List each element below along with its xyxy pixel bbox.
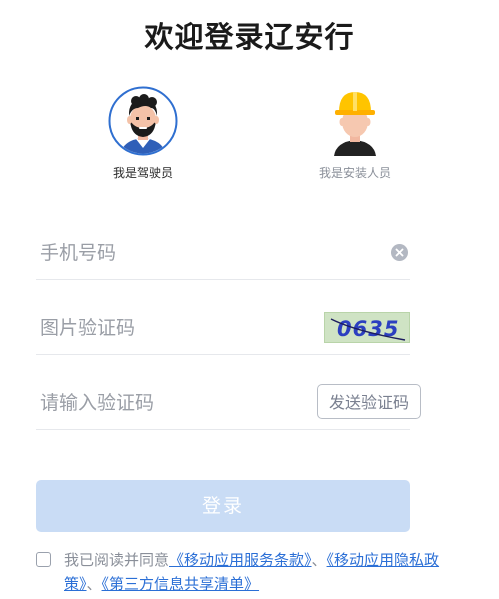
agreement-checkbox[interactable] [36, 552, 51, 567]
sms-code-field-row: 发送验证码 [36, 379, 421, 430]
driver-avatar-icon [108, 86, 178, 156]
sms-code-input[interactable] [40, 379, 300, 427]
captcha-image[interactable]: 0635 [324, 312, 410, 343]
agreement-separator: 、 [86, 575, 102, 593]
role-installer[interactable]: 我是安装人员 [295, 86, 415, 181]
agreement-separator: 、 [311, 551, 327, 569]
installer-avatar-icon [320, 86, 390, 156]
agreement-prefix: 我已阅读并同意 [64, 551, 170, 569]
captcha-input[interactable] [40, 304, 300, 352]
captcha-field-row: 0635 [36, 304, 410, 355]
role-driver[interactable]: 我是驾驶员 [83, 86, 203, 181]
agreement-text: 我已阅读并同意《移动应用服务条款》、《移动应用隐私政策》、《第三方信息共享清单》 [64, 548, 466, 596]
phone-field-row [36, 229, 410, 280]
clear-icon[interactable] [391, 244, 408, 261]
page-title: 欢迎登录辽安行 [144, 20, 355, 54]
phone-input[interactable] [40, 229, 300, 277]
role-driver-label: 我是驾驶员 [112, 166, 173, 180]
login-button[interactable]: 登录 [36, 480, 410, 532]
terms-link[interactable]: 《移动应用服务条款》 [169, 551, 312, 569]
send-code-button[interactable]: 发送验证码 [317, 384, 421, 419]
third-party-link[interactable]: 《第三方信息共享清单》 [102, 575, 260, 593]
role-installer-label: 我是安装人员 [318, 166, 391, 180]
agreement-row: 我已阅读并同意《移动应用服务条款》、《移动应用隐私政策》、《第三方信息共享清单》 [36, 548, 466, 596]
